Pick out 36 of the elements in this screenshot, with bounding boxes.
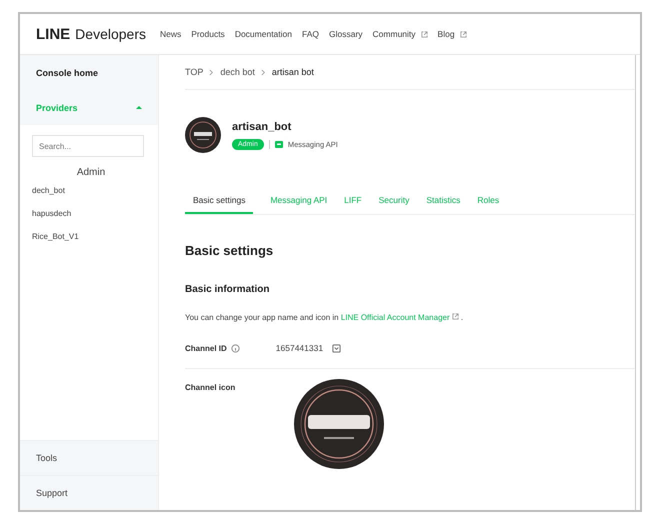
- breadcrumb-link[interactable]: dech bot: [220, 67, 255, 77]
- breadcrumb-link[interactable]: artisan bot: [272, 67, 314, 77]
- nav-link[interactable]: News: [160, 29, 182, 39]
- provider-item[interactable]: hapusdech: [32, 209, 150, 218]
- sidebar-item[interactable]: Support: [20, 475, 158, 510]
- chevron-icon: [209, 68, 214, 76]
- nav-link[interactable]: Community: [372, 29, 428, 39]
- external-link-icon: [452, 313, 459, 320]
- external-link-icon: [460, 30, 467, 38]
- external-link-icon: [420, 30, 428, 38]
- provider-item[interactable]: dech_bot: [32, 186, 150, 195]
- sidebar-item[interactable]: Tools: [20, 440, 158, 475]
- group-label: Admin: [76, 167, 106, 178]
- tab[interactable]: Basic settings: [185, 193, 254, 214]
- caret-icon: [136, 105, 142, 110]
- nav-link[interactable]: Products: [191, 29, 225, 39]
- nav-link[interactable]: Blog: [438, 29, 467, 39]
- breadcrumb-link[interactable]: TOP: [185, 67, 204, 77]
- help-icon[interactable]: [230, 344, 240, 352]
- chat-icon: [274, 140, 283, 148]
- page-title: Basic settings: [185, 243, 274, 258]
- nav-link[interactable]: FAQ: [302, 29, 319, 39]
- info-text: You can change your app name and icon in LINE Official Account Manager .: [185, 313, 464, 322]
- nav-link[interactable]: Documentation: [234, 29, 292, 39]
- field-label: Channel ID: [185, 344, 227, 352]
- search-field[interactable]: Search...: [32, 135, 144, 157]
- console-home-link[interactable]: Console home: [20, 55, 158, 90]
- channel-name: artisan_bot: [232, 120, 292, 132]
- logo-text[interactable]: LINE: [36, 26, 70, 42]
- logo-subtitle[interactable]: Developers: [75, 26, 146, 42]
- provider-item[interactable]: Rice_Bot_V1: [32, 232, 150, 241]
- field-label: Channel icon: [185, 383, 236, 392]
- channel-id: 1657441331: [276, 343, 324, 353]
- chevron-icon: [260, 68, 266, 76]
- section-title: Basic information: [185, 284, 270, 295]
- nav-link[interactable]: Glossary: [329, 29, 363, 39]
